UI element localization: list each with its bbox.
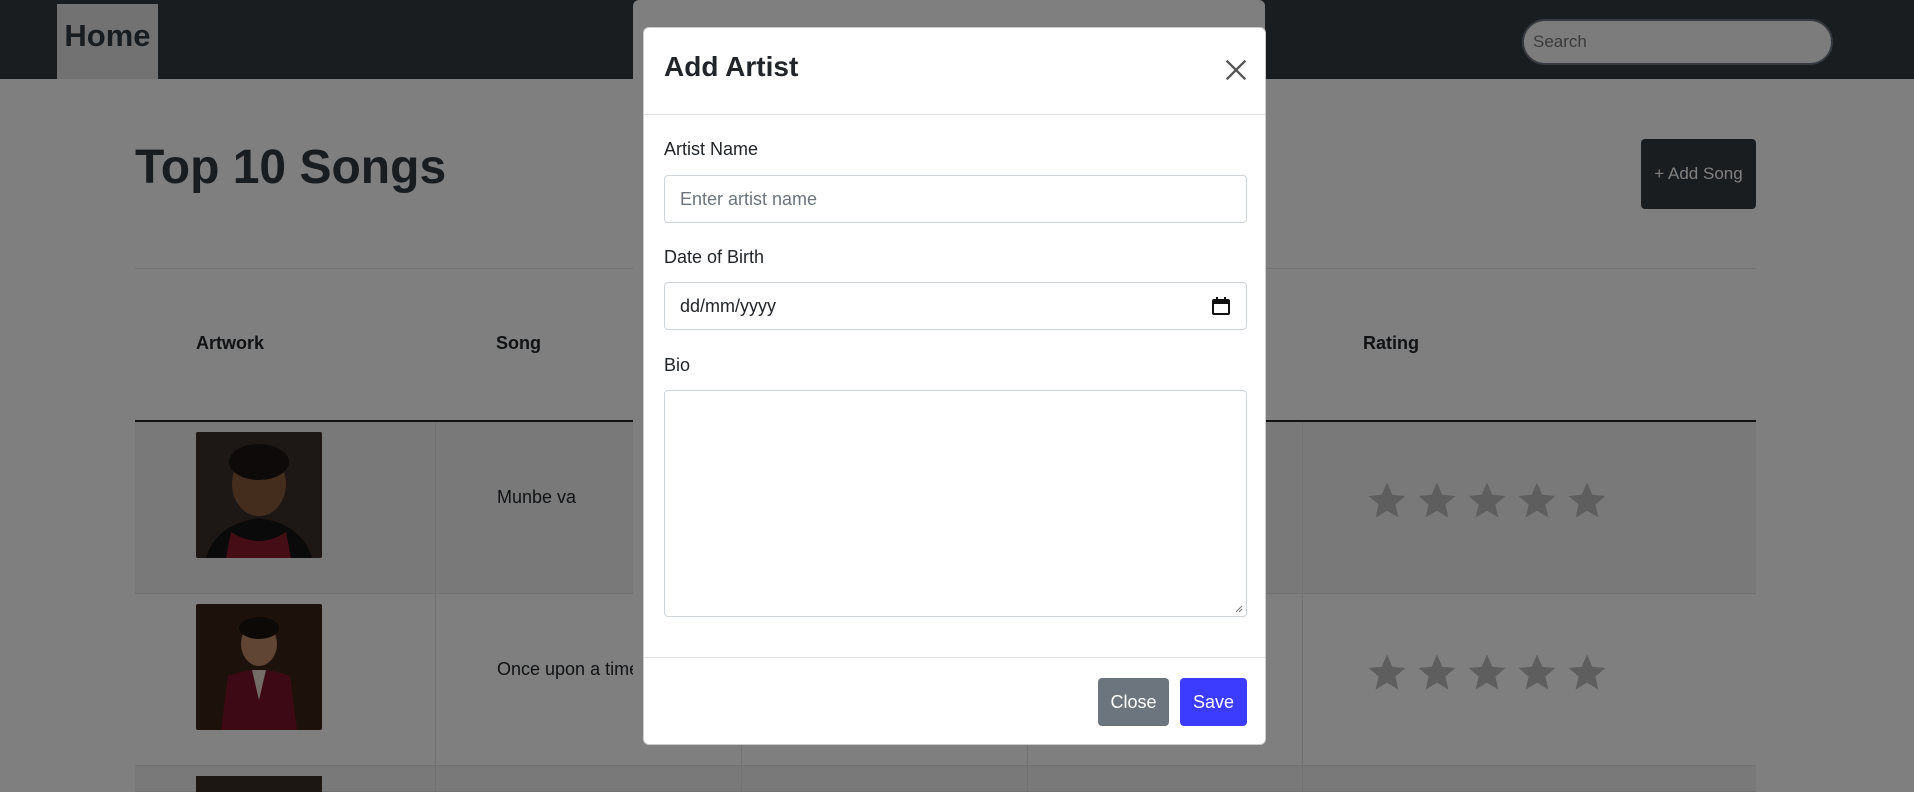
add-artist-modal: Add Artist Artist Name Date of Birth dd/… [643,27,1266,745]
bio-textarea[interactable] [664,390,1247,617]
modal-header: Add Artist [644,28,1265,115]
close-icon[interactable] [1222,56,1250,84]
save-button[interactable]: Save [1180,678,1247,726]
artist-name-input[interactable] [664,175,1247,223]
dob-input[interactable]: dd/mm/yyyy [664,282,1247,330]
dob-value: dd/mm/yyyy [680,295,777,316]
resize-grip-icon[interactable] [1233,603,1243,613]
modal-title: Add Artist [664,51,799,82]
dob-label: Date of Birth [664,247,765,267]
calendar-icon[interactable] [1211,296,1231,316]
close-button[interactable]: Close [1098,678,1169,726]
bio-label: Bio [664,355,691,375]
modal-footer: Close Save [644,657,1265,746]
artist-name-label: Artist Name [664,139,759,159]
